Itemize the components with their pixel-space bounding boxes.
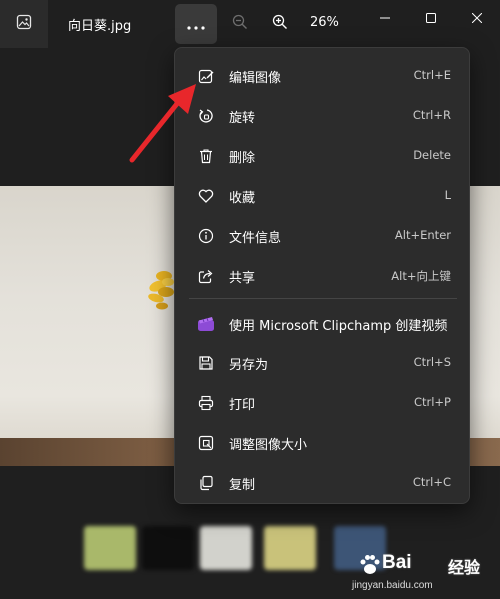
red-arrow-icon bbox=[129, 84, 196, 163]
title-bar: 向日葵.jpg 26% bbox=[0, 0, 500, 48]
maximize-button[interactable] bbox=[408, 0, 454, 34]
menu-item-shortcut: Ctrl+C bbox=[412, 475, 451, 489]
menu-item-favorite[interactable]: 收藏 L bbox=[179, 178, 465, 214]
zoom-out-button[interactable] bbox=[228, 12, 252, 36]
menu-item-shortcut: L bbox=[444, 188, 451, 202]
zoom-out-icon bbox=[232, 14, 248, 34]
menu-item-rotate[interactable]: 旋转 Ctrl+R bbox=[179, 98, 465, 134]
heart-icon bbox=[197, 187, 215, 205]
close-icon bbox=[471, 8, 483, 27]
filmstrip-thumbnail[interactable] bbox=[264, 526, 316, 570]
menu-item-shortcut: Ctrl+S bbox=[413, 355, 451, 369]
app-button[interactable] bbox=[0, 0, 48, 48]
menu-item-label: 文件信息 bbox=[229, 231, 282, 246]
menu-item-resize-image[interactable]: 调整图像大小 bbox=[179, 425, 465, 461]
menu-item-print[interactable]: 打印 Ctrl+P bbox=[179, 385, 465, 421]
menu-item-shortcut: Alt+Enter bbox=[394, 228, 451, 242]
menu-item-shortcut: Ctrl+E bbox=[413, 68, 451, 82]
menu-item-label: 删除 bbox=[229, 151, 256, 166]
menu-item-label: 使用 Microsoft Clipchamp 创建视频 bbox=[229, 319, 448, 334]
clipchamp-icon bbox=[197, 315, 215, 333]
maximize-icon bbox=[426, 8, 436, 27]
menu-item-shortcut: Alt+向上键 bbox=[391, 269, 451, 283]
menu-item-share[interactable]: 共享 Alt+向上键 bbox=[179, 258, 465, 294]
info-icon bbox=[197, 227, 215, 245]
share-icon bbox=[197, 267, 215, 285]
menu-item-label: 打印 bbox=[229, 398, 256, 413]
menu-item-edit-image[interactable]: 编辑图像 Ctrl+E bbox=[179, 58, 465, 94]
more-horizontal-icon bbox=[187, 15, 205, 34]
menu-item-label: 收藏 bbox=[229, 191, 256, 206]
more-options-menu: 编辑图像 Ctrl+E 旋转 Ctrl+R 删除 Delete 收藏 L 文件信… bbox=[174, 47, 470, 504]
menu-item-label: 旋转 bbox=[229, 111, 256, 126]
copy-icon bbox=[197, 474, 215, 492]
menu-item-label: 调整图像大小 bbox=[229, 438, 308, 453]
filmstrip-thumbnail[interactable] bbox=[142, 526, 194, 570]
menu-item-shortcut: Ctrl+P bbox=[413, 395, 451, 409]
zoom-in-button[interactable] bbox=[268, 12, 292, 36]
menu-item-shortcut: Delete bbox=[413, 148, 451, 162]
menu-item-copy[interactable]: 复制 Ctrl+C bbox=[179, 465, 465, 501]
watermark-brand-suffix: 经验 bbox=[448, 558, 481, 577]
minimize-icon bbox=[380, 8, 390, 27]
menu-separator bbox=[189, 298, 457, 299]
menu-item-label: 共享 bbox=[229, 271, 256, 286]
more-options-button[interactable] bbox=[175, 4, 217, 44]
menu-item-label: 另存为 bbox=[229, 358, 269, 373]
filmstrip-thumbnail[interactable] bbox=[200, 526, 252, 570]
baidu-watermark: Bai 经验 jingyan.baidu.com bbox=[352, 552, 500, 598]
menu-item-file-info[interactable]: 文件信息 Alt+Enter bbox=[179, 218, 465, 254]
menu-item-delete[interactable]: 删除 Delete bbox=[179, 138, 465, 174]
menu-item-label: 编辑图像 bbox=[229, 71, 282, 86]
print-icon bbox=[197, 394, 215, 412]
watermark-brand: Bai bbox=[382, 552, 412, 573]
save-icon bbox=[197, 354, 215, 372]
menu-item-save-as[interactable]: 另存为 Ctrl+S bbox=[179, 345, 465, 381]
menu-item-clipchamp[interactable]: 使用 Microsoft Clipchamp 创建视频 bbox=[179, 306, 465, 342]
paw-logo-icon bbox=[360, 555, 380, 574]
file-name: 向日葵.jpg bbox=[68, 19, 132, 34]
image-gallery-icon bbox=[16, 14, 32, 34]
filmstrip-thumbnail[interactable] bbox=[84, 526, 136, 570]
resize-image-icon bbox=[197, 434, 215, 452]
zoom-level[interactable]: 26% bbox=[310, 15, 339, 30]
minimize-button[interactable] bbox=[362, 0, 408, 34]
watermark-url: jingyan.baidu.com bbox=[352, 580, 433, 591]
menu-item-shortcut: Ctrl+R bbox=[412, 108, 451, 122]
menu-item-label: 复制 bbox=[229, 478, 256, 493]
zoom-in-icon bbox=[272, 14, 288, 34]
close-button[interactable] bbox=[454, 0, 500, 34]
